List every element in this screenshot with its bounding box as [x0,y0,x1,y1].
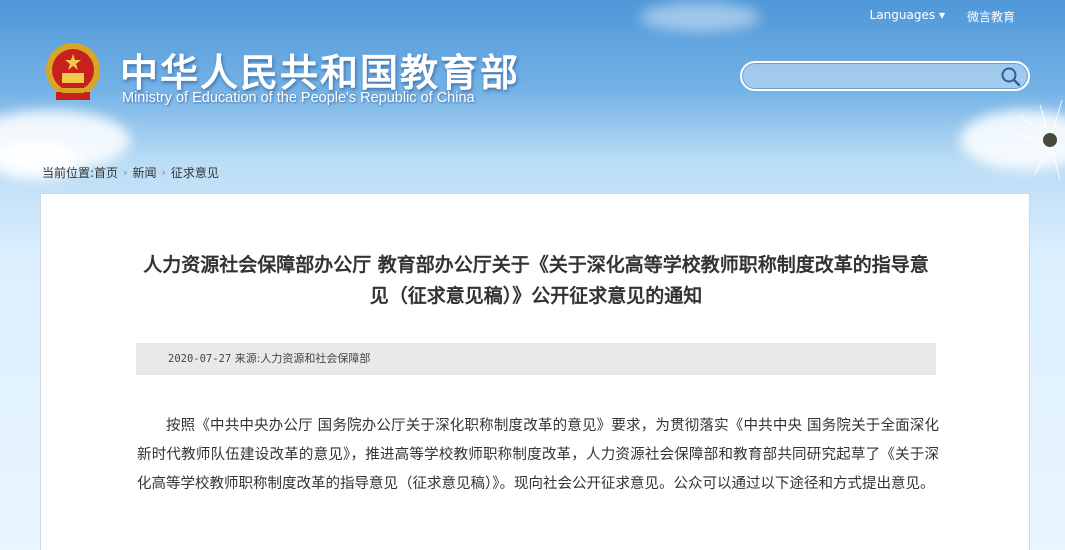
article-panel: 人力资源社会保障部办公厅 教育部办公厅关于《关于深化高等学校教师职称制度改革的指… [40,193,1030,550]
search-icon[interactable] [1000,66,1022,88]
article-paragraph: 按照《中共中央办公厅 国务院办公厅关于深化职称制度改革的意见》要求，为贯彻落实《… [137,418,939,492]
article-source: 人力资源和社会保障部 [260,352,371,365]
breadcrumb-prefix: 当前位置: [42,166,95,180]
weixin-link[interactable]: 微言教育 [967,8,1015,25]
article-title: 人力资源社会保障部办公厅 教育部办公厅关于《关于深化高等学校教师职称制度改革的指… [143,254,929,307]
cloud-decoration [640,2,760,32]
languages-label: Languages [869,8,936,22]
chevron-right-icon: › [123,166,128,179]
site-title-chinese[interactable]: 中华人民共和国教育部 [120,42,520,97]
article-meta-bar: 2020-07-27 来源:人力资源和社会保障部 [136,343,936,375]
languages-dropdown[interactable]: Languages ▾ [870,8,945,25]
chevron-right-icon: › [161,166,166,179]
breadcrumb-home[interactable]: 首页 [94,164,118,181]
breadcrumb: 当前位置: 首页 › 新闻 › 征求意见 [42,164,219,181]
search-input[interactable] [754,66,994,86]
source-label: 来源: [234,352,261,365]
top-navigation: Languages ▾ 微言教育 [870,8,1015,25]
site-title-english[interactable]: Ministry of Education of the People's Re… [122,90,475,106]
search-box [740,61,1030,91]
breadcrumb-consultation[interactable]: 征求意见 [171,164,219,181]
article-date: 2020-07-27 [168,353,232,365]
dandelion-icon [1014,99,1063,181]
national-emblem-icon [46,43,100,100]
breadcrumb-news[interactable]: 新闻 [132,164,156,181]
chevron-down-icon: ▾ [938,8,945,22]
